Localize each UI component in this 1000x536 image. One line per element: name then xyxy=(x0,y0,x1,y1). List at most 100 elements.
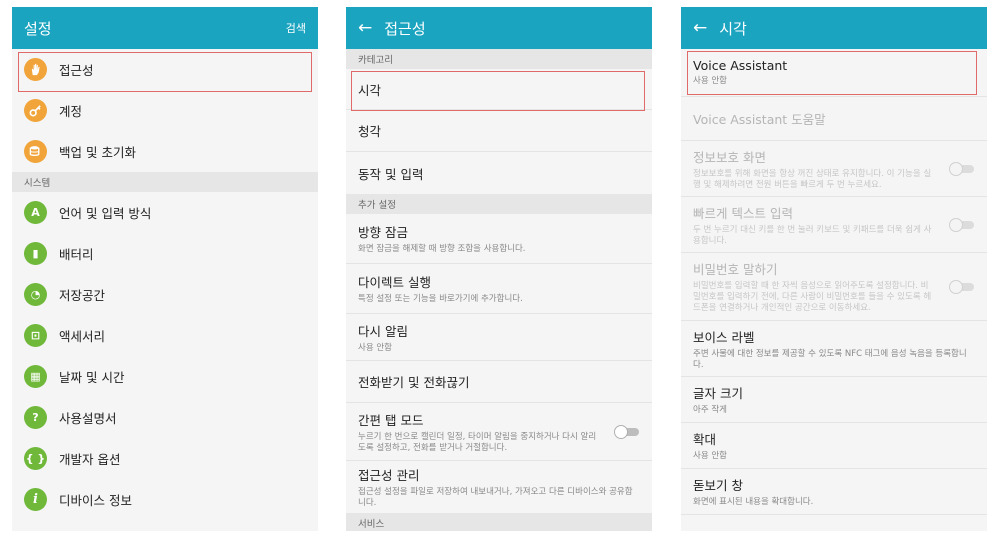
settings-item-label: 개발자 옵션 xyxy=(59,452,121,467)
page-title: 접근성 xyxy=(384,19,426,38)
item-description: 정보보호를 위해 화면을 항상 꺼진 상태로 유지합니다. 이 기능을 실행 및… xyxy=(693,168,932,190)
single-tap-mode-toggle[interactable] xyxy=(614,424,640,439)
item-label: 방향 잠금 xyxy=(358,225,408,240)
page-title: 시각 xyxy=(719,19,747,38)
vision-item-magnification[interactable]: 확대 사용 안함 xyxy=(681,423,987,469)
battery-icon: ▮ xyxy=(24,242,47,265)
item-label: 동작 및 입력 xyxy=(358,166,424,182)
settings-item-accounts[interactable]: 계정 xyxy=(12,90,318,131)
item-label: 전화받기 및 전화끊기 xyxy=(358,375,470,390)
item-description: 비밀번호를 입력할 때 한 자씩 음성으로 읽어주도록 설정합니다. 비밀번호를… xyxy=(693,281,932,313)
settings-item-label: 디바이스 정보 xyxy=(59,493,132,508)
vision-item-magnifier-window[interactable]: 돋보기 창 화면에 표시된 내용을 확대합니다. xyxy=(681,469,987,515)
category-item-hearing[interactable]: 청각 xyxy=(346,110,652,152)
settings-screen: 설정 검색 접근성 계정 백업 및 초기화 시스템 A 언어 및 입력 방식 ▮… xyxy=(12,7,318,531)
language-icon: A xyxy=(24,201,47,224)
settings-item-developer-options[interactable]: { } 개발자 옵션 xyxy=(12,438,318,479)
item-description: 특정 설정 또는 기능을 바로가기에 추가합니다. xyxy=(358,294,523,304)
extra-item-direction-lock[interactable]: 방향 잠금 화면 잠금을 해제할 때 방향 조합을 사용합니다. xyxy=(346,214,652,264)
category-item-vision[interactable]: 시각 xyxy=(346,69,652,110)
item-label: 글자 크기 xyxy=(693,386,743,401)
item-description: 누르기 한 번으로 캘린더 일정, 타이머 알림을 중지하거나 다시 알리도록 … xyxy=(358,431,597,453)
settings-item-label: 액세서리 xyxy=(59,329,106,344)
item-label: 다시 알림 xyxy=(358,323,408,339)
settings-item-label: 언어 및 입력 방식 xyxy=(59,206,152,221)
extra-item-notification-reminder[interactable]: 다시 알림 사용 안함 xyxy=(346,314,652,361)
vision-item-rapid-key-input[interactable]: 빠르게 텍스트 입력 두 번 누르기 대신 키를 한 번 눌러 키보드 및 키패… xyxy=(681,197,987,253)
settings-item-backup-reset[interactable]: 백업 및 초기화 xyxy=(12,131,318,172)
settings-item-language-input[interactable]: A 언어 및 입력 방식 xyxy=(12,192,318,233)
search-button[interactable]: 검색 xyxy=(286,20,306,36)
category-item-motion-input[interactable]: 동작 및 입력 xyxy=(346,152,652,194)
item-label: Voice Assistant xyxy=(693,58,788,73)
item-label: 빠르게 텍스트 입력 xyxy=(693,205,793,221)
vision-item-voice-label[interactable]: 보이스 라벨 주변 사물에 대한 정보를 제공할 수 있도록 NFC 태그에 음… xyxy=(681,321,987,377)
item-description: 두 번 누르기 대신 키를 한 번 눌러 키보드 및 키패드를 더욱 쉽게 사용… xyxy=(693,224,932,246)
item-description: 사용 안함 xyxy=(693,451,727,461)
settings-item-device-info[interactable]: i 디바이스 정보 xyxy=(12,479,318,520)
item-description: 화면 잠금을 해제할 때 방향 조합을 사용합니다. xyxy=(358,244,526,254)
backup-icon xyxy=(24,140,47,163)
back-arrow-icon[interactable]: ← xyxy=(358,19,372,37)
settings-item-label: 계정 xyxy=(59,104,83,119)
vision-toolbar: ← 시각 xyxy=(681,7,987,49)
vision-item-voice-assistant-help[interactable]: Voice Assistant 도움말 xyxy=(681,97,987,141)
vision-item-privacy-screen[interactable]: 정보보호 화면 정보보호를 위해 화면을 항상 꺼진 상태로 유지합니다. 이 … xyxy=(681,141,987,197)
item-label: 다이렉트 실행 xyxy=(358,275,431,290)
extra-item-manage-accessibility[interactable]: 접근성 관리 접근성 설정을 파일로 저장하여 내보내거나, 가져오고 다른 디… xyxy=(346,461,652,513)
settings-item-user-manual[interactable]: ? 사용설명서 xyxy=(12,397,318,438)
section-header-extra-settings: 추가 설정 xyxy=(346,194,652,214)
extra-item-single-tap-mode[interactable]: 간편 탭 모드 누르기 한 번으로 캘린더 일정, 타이머 알림을 중지하거나 … xyxy=(346,403,652,461)
item-description: 주변 사물에 대한 정보를 제공할 수 있도록 NFC 태그에 음성 녹음을 등… xyxy=(693,348,967,370)
rapid-key-input-toggle[interactable] xyxy=(949,217,975,232)
settings-item-label: 저장공간 xyxy=(59,288,106,303)
settings-item-storage[interactable]: ◔ 저장공간 xyxy=(12,274,318,315)
back-arrow-icon[interactable]: ← xyxy=(693,19,707,37)
settings-item-label: 백업 및 초기화 xyxy=(59,145,136,160)
vision-item-font-size[interactable]: 글자 크기 아주 작게 xyxy=(681,377,987,423)
accessory-icon: ⊡ xyxy=(24,324,47,347)
speak-passwords-toggle[interactable] xyxy=(949,279,975,294)
item-label: Voice Assistant 도움말 xyxy=(693,112,826,127)
item-label: 보이스 라벨 xyxy=(693,329,755,345)
section-header-category: 카테고리 xyxy=(346,49,652,69)
info-icon: i xyxy=(24,488,47,511)
storage-icon: ◔ xyxy=(24,283,47,306)
settings-item-label: 배터리 xyxy=(59,247,94,262)
item-label: 접근성 관리 xyxy=(358,468,420,483)
settings-item-date-time[interactable]: ▦ 날짜 및 시간 xyxy=(12,356,318,397)
settings-item-label: 날짜 및 시간 xyxy=(59,370,125,385)
item-description: 사용 안함 xyxy=(358,342,392,353)
item-label: 돋보기 창 xyxy=(693,478,743,493)
vision-screen: ← 시각 Voice Assistant 사용 안함 Voice Assista… xyxy=(681,7,987,531)
item-label: 청각 xyxy=(358,124,382,139)
item-description: 접근성 설정을 파일로 저장하여 내보내거나, 가져오고 다른 디바이스와 공유… xyxy=(358,487,633,508)
item-description: 아주 작게 xyxy=(693,405,727,415)
item-label: 시각 xyxy=(358,82,382,98)
settings-item-battery[interactable]: ▮ 배터리 xyxy=(12,233,318,274)
extra-item-direct-access[interactable]: 다이렉트 실행 특정 설정 또는 기능을 바로가기에 추가합니다. xyxy=(346,264,652,314)
key-icon xyxy=(24,99,47,122)
page-title: 설정 xyxy=(24,19,52,38)
extra-item-answer-end-calls[interactable]: 전화받기 및 전화끊기 xyxy=(346,361,652,403)
hand-icon xyxy=(24,58,47,81)
item-label: 확대 xyxy=(693,432,717,447)
settings-item-accessibility[interactable]: 접근성 xyxy=(12,49,318,90)
item-description: 사용 안함 xyxy=(693,76,727,86)
privacy-screen-toggle[interactable] xyxy=(949,161,975,176)
section-header-system: 시스템 xyxy=(12,172,318,192)
section-header-services: 서비스 xyxy=(346,513,652,531)
item-label: 간편 탭 모드 xyxy=(358,412,424,428)
manual-icon: ? xyxy=(24,406,47,429)
developer-icon: { } xyxy=(24,447,47,470)
settings-item-accessories[interactable]: ⊡ 액세서리 xyxy=(12,315,318,356)
accessibility-toolbar: ← 접근성 xyxy=(346,7,652,49)
settings-toolbar: 설정 검색 xyxy=(12,7,318,49)
vision-item-voice-assistant[interactable]: Voice Assistant 사용 안함 xyxy=(681,49,987,97)
calendar-icon: ▦ xyxy=(24,365,47,388)
settings-item-label: 사용설명서 xyxy=(59,411,117,426)
vision-item-speak-passwords[interactable]: 비밀번호 말하기 비밀번호를 입력할 때 한 자씩 음성으로 읽어주도록 설정합… xyxy=(681,253,987,321)
item-label: 정보보호 화면 xyxy=(693,149,766,165)
item-description: 화면에 표시된 내용을 확대합니다. xyxy=(693,497,814,507)
item-label: 비밀번호 말하기 xyxy=(693,262,778,277)
